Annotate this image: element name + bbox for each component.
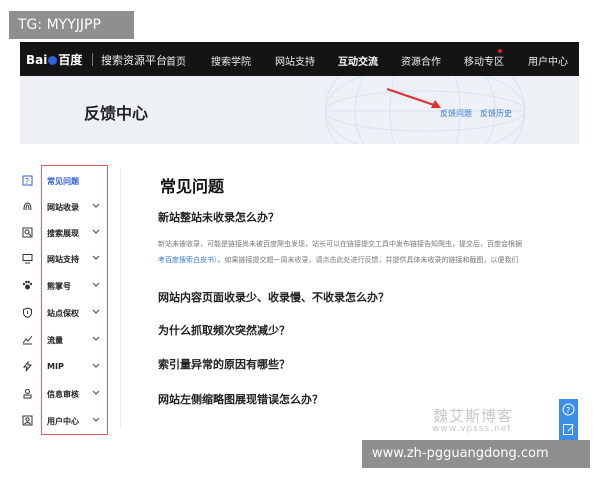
chevron-down-icon[interactable] [91,227,101,237]
chevron-down-icon[interactable] [91,334,101,344]
nav-item-support[interactable]: 网站支持 [275,53,315,68]
floating-toolbar: ? [559,399,578,441]
whitepaper-link[interactable]: 考百度搜索白皮书 [158,256,214,264]
feedback-history-link[interactable]: 反馈历史 [480,108,512,119]
faq-answer-line: 新站未被收录，可能是链接尚未被百度爬虫发现，站长可以在链接提交工具中发布链接告知… [158,240,522,248]
faq-question[interactable]: 索引量异常的原因有哪些？ [158,356,290,372]
lightning-icon [22,360,33,372]
tg-watermark: TG: MYYJJPP [9,11,134,39]
chevron-down-icon[interactable] [91,201,101,211]
banner-title: 反馈中心 [84,104,149,123]
nav-item-interaction[interactable]: 互动交流 [338,53,378,68]
site-watermark-url: www.vpsss.net [432,424,512,434]
search-display-icon [22,227,33,238]
sidebar-item-info-review[interactable]: 信息审核 [47,389,79,400]
user-check-icon [22,388,33,399]
sidebar-item-xiongzhang[interactable]: 熊掌号 [47,281,71,292]
nav-item-mobile[interactable]: 移动专区 [464,53,504,68]
question-icon: ? [22,175,33,186]
chevron-down-icon[interactable] [91,388,101,398]
nav-item-cooperation[interactable]: 资源合作 [401,53,441,68]
sidebar-item-site-rights[interactable]: 站点保权 [47,308,79,319]
notification-dot [498,49,502,53]
red-arrow-icon [386,88,441,108]
shield-icon [22,307,33,319]
paw-icon [48,56,58,65]
sidebar-item-user-center[interactable]: 用户中心 [47,416,79,427]
sidebar-item-traffic[interactable]: 流量 [47,335,63,346]
monitor-icon [22,253,33,264]
svg-text:?: ? [25,177,29,186]
svg-text:?: ? [566,406,570,415]
site-watermark: 魏艾斯博客 [433,407,514,425]
platform-name: 搜索资源平台 [101,54,167,67]
nav-item-academy[interactable]: 搜索学院 [211,53,251,68]
chevron-down-icon[interactable] [91,307,101,317]
baidu-logo[interactable]: Bai 百度 [26,51,82,68]
sidebar-item-faq[interactable]: 常见问题 [47,176,79,187]
page-title: 常见问题 [160,177,225,196]
sidebar-item-search-display[interactable]: 搜索展现 [47,228,79,239]
edit-icon[interactable] [562,423,575,436]
nav-item-user-center[interactable]: 用户中心 [528,53,568,68]
feedback-banner: 反馈中心 反馈问题 反馈历史 [20,76,579,144]
logo-divider [92,53,93,66]
faq-question[interactable]: 网站左侧缩略图展现错误怎么办？ [158,391,323,407]
sidebar-item-mip[interactable]: MIP [47,362,64,371]
faq-question[interactable]: 网站内容页面收录少、收录慢、不收录怎么办？ [158,289,389,305]
chart-icon [22,334,33,345]
sidebar-separator [120,168,121,428]
chevron-down-icon[interactable] [91,253,101,263]
sidebar-item-site-support[interactable]: 网站支持 [47,254,79,265]
top-navigation: Bai 百度 搜索资源平台 首页 搜索学院 网站支持 互动交流 资源合作 移动专区… [20,42,579,76]
user-card-icon [22,415,33,426]
chevron-down-icon[interactable] [91,415,101,425]
faq-question[interactable]: 新站整站未收录怎么办？ [158,209,279,225]
help-question-icon[interactable]: ? [562,403,575,416]
chevron-down-icon[interactable] [91,361,101,371]
feedback-problem-link[interactable]: 反馈问题 [440,108,472,119]
faq-answer-line: 考百度搜索白皮书）。如果链接提交超一周未收录，请点击此处进行反馈，并提供具体未收… [158,256,519,264]
faq-question[interactable]: 为什么抓取频次突然减少？ [158,322,290,338]
fingerprint-icon [22,201,33,212]
paw-icon [22,280,33,291]
bottom-url-watermark: www.zh-pgguangdong.com [362,440,590,468]
nav-item-home[interactable]: 首页 [166,53,186,68]
chevron-down-icon[interactable] [91,280,101,290]
sidebar-item-indexing[interactable]: 网站收录 [47,202,79,213]
